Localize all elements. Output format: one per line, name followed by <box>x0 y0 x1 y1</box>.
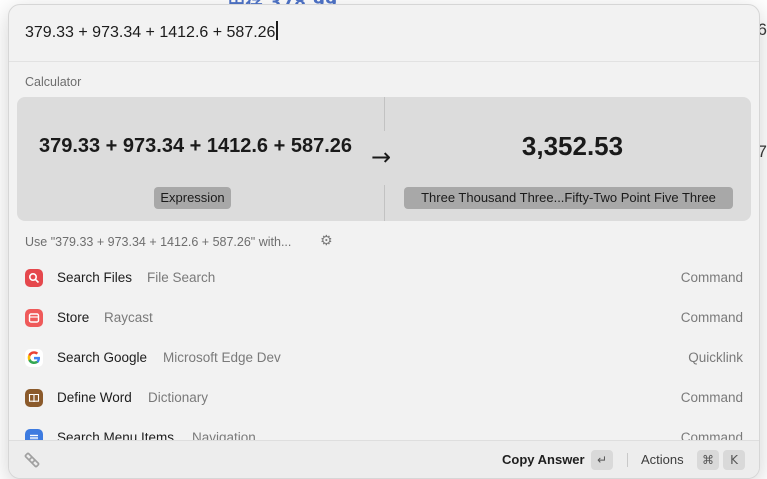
list-item[interactable]: Search Google Microsoft Edge Dev Quickli… <box>9 338 759 378</box>
search-bar[interactable]: 379.33 + 973.34 + 1412.6 + 587.26 <box>9 5 759 62</box>
footer-divider <box>627 453 628 467</box>
list-item-type: Command <box>680 310 743 325</box>
copy-answer-button[interactable]: Copy Answer <box>502 452 585 467</box>
list-item-type: Quicklink <box>688 350 743 365</box>
raycast-logo-icon <box>23 451 41 469</box>
list-item[interactable]: Store Raycast Command <box>9 298 759 338</box>
result-words-chip: Three Thousand Three...Fifty-Two Point F… <box>404 187 733 209</box>
search-files-icon <box>25 269 43 287</box>
command-key-icon: ⌘ <box>697 450 719 470</box>
calculator-divider <box>384 185 385 221</box>
list-item-subtitle: File Search <box>147 270 216 285</box>
list-item-title: Search Files <box>57 270 133 285</box>
k-key-icon: K <box>723 450 745 470</box>
google-icon <box>25 349 43 367</box>
list-item-title: Define Word <box>57 390 132 405</box>
list-item[interactable]: Search Files File Search Command <box>9 258 759 298</box>
actions-button[interactable]: Actions <box>641 452 684 467</box>
gear-icon[interactable]: ⚙ <box>320 234 334 248</box>
list-item-type: Command <box>680 390 743 405</box>
calculator-result-card[interactable]: 379.33 + 973.34 + 1412.6 + 587.26 → 3,35… <box>17 97 751 221</box>
calculator-expression: 379.33 + 973.34 + 1412.6 + 587.26 <box>38 135 353 157</box>
section-label-calculator: Calculator <box>25 75 82 89</box>
list-item-type: Command <box>680 270 743 285</box>
store-icon <box>25 309 43 327</box>
search-query: 379.33 + 973.34 + 1412.6 + 587.26 <box>25 24 276 41</box>
search-input[interactable]: 379.33 + 973.34 + 1412.6 + 587.26 <box>25 21 278 45</box>
list-item-title: Store <box>57 310 90 325</box>
text-caret <box>276 21 278 40</box>
dictionary-icon <box>25 389 43 407</box>
list-item-subtitle: Microsoft Edge Dev <box>163 350 281 365</box>
use-with-label: Use "379.33 + 973.34 + 1412.6 + 587.26" … <box>25 235 292 249</box>
return-key-icon: ↵ <box>591 450 613 470</box>
action-bar: Copy Answer ↵ Actions ⌘ K <box>9 440 759 478</box>
list-item-subtitle: Dictionary <box>148 390 209 405</box>
expression-label-chip: Expression <box>154 187 231 209</box>
list-item[interactable]: Define Word Dictionary Command <box>9 378 759 418</box>
list-item-subtitle: Raycast <box>104 310 153 325</box>
calculator-result: 3,352.53 <box>521 131 624 161</box>
list-item-title: Search Google <box>57 350 148 365</box>
results-list: Search Files File Search Command Store R… <box>9 258 759 443</box>
arrow-right-icon: → <box>371 143 392 171</box>
launcher-window: 379.33 + 973.34 + 1412.6 + 587.26 Calcul… <box>8 4 760 479</box>
calculator-divider <box>384 97 385 131</box>
